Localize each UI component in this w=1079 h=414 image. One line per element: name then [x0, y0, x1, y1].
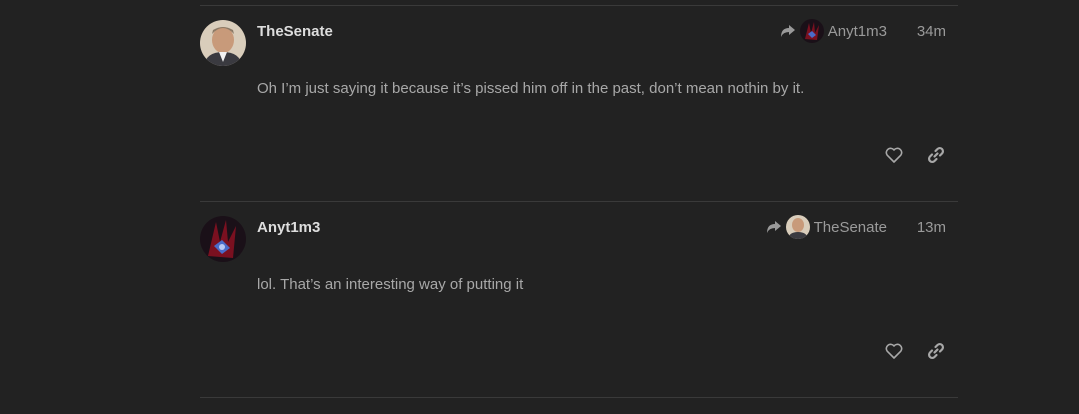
post-time[interactable]: 13m — [917, 219, 946, 236]
user-avatar[interactable] — [200, 216, 246, 262]
like-button[interactable] — [883, 340, 905, 362]
reply-to-tab[interactable]: TheSenate — [766, 213, 887, 241]
reply-to-username: TheSenate — [813, 218, 887, 236]
reply-to-avatar — [785, 215, 810, 239]
link-icon — [927, 342, 945, 360]
link-icon — [927, 146, 945, 164]
copy-link-button[interactable] — [925, 144, 947, 166]
post: Anyt1m3 TheSenate 13m lol. That’s an int… — [200, 202, 958, 397]
post-username[interactable]: Anyt1m3 — [257, 219, 320, 236]
post-body: lol. That’s an interesting way of puttin… — [257, 276, 524, 293]
post-stream: TheSenate Anyt1m3 34m Oh I’m just saying… — [200, 5, 958, 398]
reply-to-username: Anyt1m3 — [827, 22, 887, 40]
user-avatar[interactable] — [200, 20, 246, 66]
reply-to-avatar — [799, 19, 824, 43]
copy-link-button[interactable] — [925, 340, 947, 362]
post-username[interactable]: TheSenate — [257, 23, 333, 40]
like-button[interactable] — [883, 144, 905, 166]
share-arrow-icon — [766, 221, 781, 233]
reply-to-tab[interactable]: Anyt1m3 — [780, 17, 887, 45]
heart-icon — [885, 343, 903, 359]
share-arrow-icon — [780, 25, 795, 37]
post: TheSenate Anyt1m3 34m Oh I’m just saying… — [200, 6, 958, 201]
post-body: Oh I’m just saying it because it’s pisse… — [257, 80, 805, 97]
post-time[interactable]: 34m — [917, 23, 946, 40]
heart-icon — [885, 147, 903, 163]
post-divider — [200, 397, 958, 398]
